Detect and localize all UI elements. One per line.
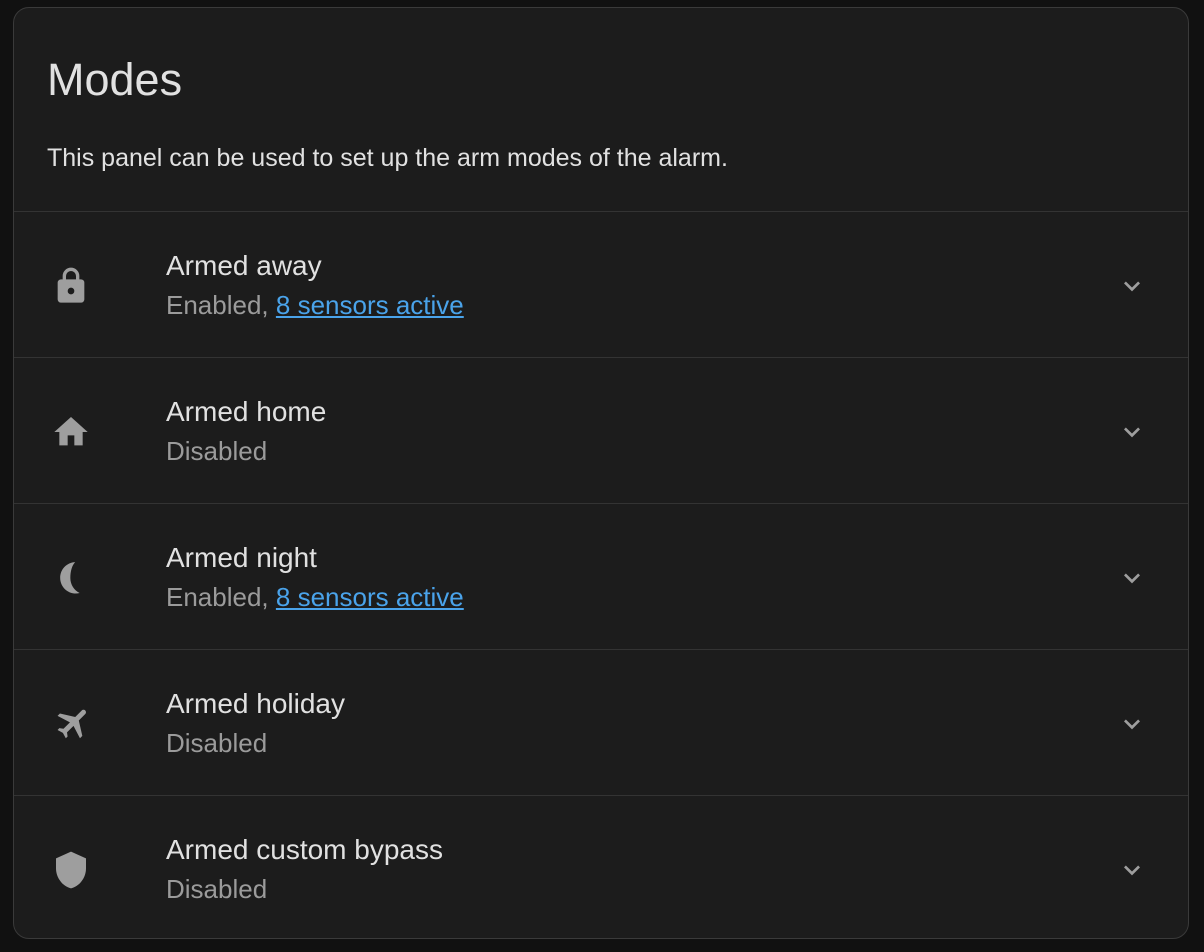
mode-text: Armed night Enabled, 8 sensors active <box>166 540 464 614</box>
mode-text: Armed away Enabled, 8 sensors active <box>166 248 464 322</box>
mode-row-armed-away[interactable]: Armed away Enabled, 8 sensors active <box>14 212 1188 358</box>
mode-row-armed-custom-bypass[interactable]: Armed custom bypass Disabled <box>14 796 1188 938</box>
mode-name: Armed night <box>166 542 317 573</box>
mode-status: Disabled <box>166 436 268 466</box>
chevron-down-icon[interactable] <box>1116 854 1148 886</box>
mode-status: Enabled, 8 sensors active <box>166 288 464 322</box>
mode-name: Armed away <box>166 250 322 281</box>
mode-status-text: Enabled, <box>166 582 269 612</box>
mode-row-armed-night[interactable]: Armed night Enabled, 8 sensors active <box>14 504 1188 650</box>
chevron-down-icon[interactable] <box>1116 270 1148 302</box>
mode-status: Disabled <box>166 728 268 758</box>
card-title: Modes <box>47 54 183 105</box>
airplane-icon <box>51 704 91 744</box>
home-icon <box>51 412 91 452</box>
card-header: Modes This panel can be used to set up t… <box>14 8 1188 212</box>
mode-text: Armed holiday Disabled <box>166 686 345 760</box>
moon-icon <box>51 558 91 598</box>
mode-status: Disabled <box>166 874 268 904</box>
mode-name: Armed custom bypass <box>166 834 443 865</box>
card-description: This panel can be used to set up the arm… <box>47 144 728 172</box>
sensors-active-link[interactable]: 8 sensors active <box>276 290 464 320</box>
chevron-down-icon[interactable] <box>1116 416 1148 448</box>
mode-status-text: Enabled, <box>166 290 269 320</box>
mode-row-armed-home[interactable]: Armed home Disabled <box>14 358 1188 504</box>
chevron-down-icon[interactable] <box>1116 708 1148 740</box>
shield-icon <box>51 850 91 890</box>
mode-status: Enabled, 8 sensors active <box>166 580 464 614</box>
mode-text: Armed home Disabled <box>166 394 326 468</box>
chevron-down-icon[interactable] <box>1116 562 1148 594</box>
mode-name: Armed home <box>166 396 327 427</box>
modes-card: Modes This panel can be used to set up t… <box>13 7 1189 939</box>
mode-row-armed-holiday[interactable]: Armed holiday Disabled <box>14 650 1188 796</box>
sensors-active-link[interactable]: 8 sensors active <box>276 582 464 612</box>
mode-name: Armed holiday <box>166 688 345 719</box>
lock-icon <box>51 266 91 306</box>
mode-text: Armed custom bypass Disabled <box>166 832 443 906</box>
